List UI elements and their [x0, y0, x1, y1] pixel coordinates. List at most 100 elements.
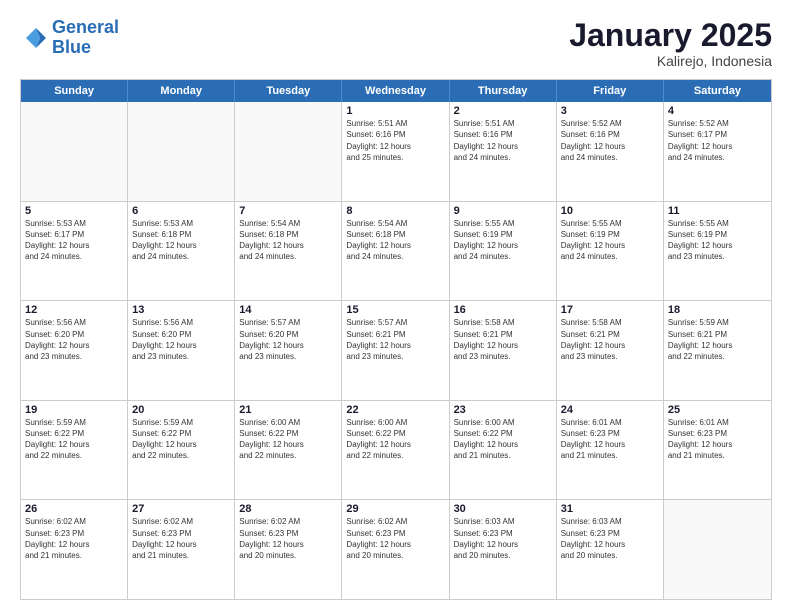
day-of-week-monday: Monday: [128, 80, 235, 102]
day-number: 8: [346, 205, 444, 217]
day-info: Sunrise: 6:02 AM Sunset: 6:23 PM Dayligh…: [25, 516, 123, 561]
day-info: Sunrise: 5:52 AM Sunset: 6:17 PM Dayligh…: [668, 118, 767, 163]
day-info: Sunrise: 5:55 AM Sunset: 6:19 PM Dayligh…: [454, 218, 552, 263]
logo-general: General: [52, 17, 119, 37]
day-cell-28: 28Sunrise: 6:02 AM Sunset: 6:23 PM Dayli…: [235, 500, 342, 599]
calendar-header: SundayMondayTuesdayWednesdayThursdayFrid…: [21, 80, 771, 102]
day-cell-5: 5Sunrise: 5:53 AM Sunset: 6:17 PM Daylig…: [21, 202, 128, 301]
day-number: 29: [346, 503, 444, 515]
title-block: January 2025 Kalirejo, Indonesia: [569, 18, 772, 69]
day-info: Sunrise: 5:55 AM Sunset: 6:19 PM Dayligh…: [668, 218, 767, 263]
day-number: 4: [668, 105, 767, 117]
week-row-1: 1Sunrise: 5:51 AM Sunset: 6:16 PM Daylig…: [21, 102, 771, 202]
day-cell-23: 23Sunrise: 6:00 AM Sunset: 6:22 PM Dayli…: [450, 401, 557, 500]
day-cell-10: 10Sunrise: 5:55 AM Sunset: 6:19 PM Dayli…: [557, 202, 664, 301]
day-cell-14: 14Sunrise: 5:57 AM Sunset: 6:20 PM Dayli…: [235, 301, 342, 400]
day-number: 27: [132, 503, 230, 515]
logo: General Blue: [20, 18, 119, 58]
day-cell-31: 31Sunrise: 6:03 AM Sunset: 6:23 PM Dayli…: [557, 500, 664, 599]
day-number: 16: [454, 304, 552, 316]
day-cell-2: 2Sunrise: 5:51 AM Sunset: 6:16 PM Daylig…: [450, 102, 557, 201]
day-cell-7: 7Sunrise: 5:54 AM Sunset: 6:18 PM Daylig…: [235, 202, 342, 301]
day-info: Sunrise: 5:54 AM Sunset: 6:18 PM Dayligh…: [346, 218, 444, 263]
day-number: 6: [132, 205, 230, 217]
day-info: Sunrise: 6:01 AM Sunset: 6:23 PM Dayligh…: [668, 417, 767, 462]
week-row-4: 19 Sunrise: 5:59 AM Sunset: 6:22 PM Dayli…: [21, 401, 771, 501]
day-number: 28: [239, 503, 337, 515]
day-cell-21: 21Sunrise: 6:00 AM Sunset: 6:22 PM Dayli…: [235, 401, 342, 500]
logo-blue: Blue: [52, 38, 119, 58]
day-number: 1: [346, 105, 444, 117]
day-of-week-tuesday: Tuesday: [235, 80, 342, 102]
day-cell-18: 18Sunrise: 5:59 AM Sunset: 6:21 PM Dayli…: [664, 301, 771, 400]
day-number: 26: [25, 503, 123, 515]
empty-cell: [235, 102, 342, 201]
day-number: 19: [25, 404, 123, 416]
day-number: 17: [561, 304, 659, 316]
day-of-week-sunday: Sunday: [21, 80, 128, 102]
day-cell-24: 24Sunrise: 6:01 AM Sunset: 6:23 PM Dayli…: [557, 401, 664, 500]
day-info: Sunrise: 5:52 AM Sunset: 6:16 PM Dayligh…: [561, 118, 659, 163]
day-info: Sunrise: 5:53 AM Sunset: 6:18 PM Dayligh…: [132, 218, 230, 263]
day-number: 5: [25, 205, 123, 217]
day-number: 23: [454, 404, 552, 416]
day-cell-17: 17Sunrise: 5:58 AM Sunset: 6:21 PM Dayli…: [557, 301, 664, 400]
day-cell-25: 25Sunrise: 6:01 AM Sunset: 6:23 PM Dayli…: [664, 401, 771, 500]
day-cell-9: 9Sunrise: 5:55 AM Sunset: 6:19 PM Daylig…: [450, 202, 557, 301]
day-number: 20: [132, 404, 230, 416]
day-info: Sunrise: 6:02 AM Sunset: 6:23 PM Dayligh…: [132, 516, 230, 561]
day-cell-30: 30Sunrise: 6:03 AM Sunset: 6:23 PM Dayli…: [450, 500, 557, 599]
day-of-week-saturday: Saturday: [664, 80, 771, 102]
day-info: Sunrise: 6:01 AM Sunset: 6:23 PM Dayligh…: [561, 417, 659, 462]
day-number: 10: [561, 205, 659, 217]
day-cell-29: 29Sunrise: 6:02 AM Sunset: 6:23 PM Dayli…: [342, 500, 449, 599]
day-info: Sunrise: 5:54 AM Sunset: 6:18 PM Dayligh…: [239, 218, 337, 263]
day-info: Sunrise: 5:51 AM Sunset: 6:16 PM Dayligh…: [454, 118, 552, 163]
day-info: Sunrise: 5:59 AM Sunset: 6:22 PM Dayligh…: [132, 417, 230, 462]
empty-cell: [128, 102, 235, 201]
day-cell-6: 6Sunrise: 5:53 AM Sunset: 6:18 PM Daylig…: [128, 202, 235, 301]
day-number: 21: [239, 404, 337, 416]
day-cell-1: 1Sunrise: 5:51 AM Sunset: 6:16 PM Daylig…: [342, 102, 449, 201]
day-number: 24: [561, 404, 659, 416]
day-info: Sunrise: 6:02 AM Sunset: 6:23 PM Dayligh…: [239, 516, 337, 561]
day-cell-12: 12Sunrise: 5:56 AM Sunset: 6:20 PM Dayli…: [21, 301, 128, 400]
day-number: 12: [25, 304, 123, 316]
day-number: 14: [239, 304, 337, 316]
day-number: 11: [668, 205, 767, 217]
day-number: 7: [239, 205, 337, 217]
day-cell-4: 4Sunrise: 5:52 AM Sunset: 6:17 PM Daylig…: [664, 102, 771, 201]
day-number: 9: [454, 205, 552, 217]
logo-icon: [20, 24, 48, 52]
day-of-week-wednesday: Wednesday: [342, 80, 449, 102]
day-number: 2: [454, 105, 552, 117]
day-info: Sunrise: 5:51 AM Sunset: 6:16 PM Dayligh…: [346, 118, 444, 163]
day-cell-13: 13Sunrise: 5:56 AM Sunset: 6:20 PM Dayli…: [128, 301, 235, 400]
day-info: Sunrise: 5:57 AM Sunset: 6:20 PM Dayligh…: [239, 317, 337, 362]
day-cell-20: 20Sunrise: 5:59 AM Sunset: 6:22 PM Dayli…: [128, 401, 235, 500]
month-title: January 2025: [569, 18, 772, 53]
day-number: 30: [454, 503, 552, 515]
empty-cell: [21, 102, 128, 201]
empty-cell: [664, 500, 771, 599]
day-info: Sunrise: 6:00 AM Sunset: 6:22 PM Dayligh…: [239, 417, 337, 462]
day-info: Sunrise: 6:03 AM Sunset: 6:23 PM Dayligh…: [454, 516, 552, 561]
header: General Blue January 2025 Kalirejo, Indo…: [20, 18, 772, 69]
day-info: Sunrise: 5:57 AM Sunset: 6:21 PM Dayligh…: [346, 317, 444, 362]
day-number: 13: [132, 304, 230, 316]
location: Kalirejo, Indonesia: [569, 53, 772, 69]
day-cell-3: 3Sunrise: 5:52 AM Sunset: 6:16 PM Daylig…: [557, 102, 664, 201]
day-cell-19: 19Sunrise: 5:59 AM Sunset: 6:22 PM Dayli…: [21, 401, 128, 500]
day-of-week-friday: Friday: [557, 80, 664, 102]
day-cell-11: 11Sunrise: 5:55 AM Sunset: 6:19 PM Dayli…: [664, 202, 771, 301]
day-cell-8: 8Sunrise: 5:54 AM Sunset: 6:18 PM Daylig…: [342, 202, 449, 301]
calendar: SundayMondayTuesdayWednesdayThursdayFrid…: [20, 79, 772, 600]
calendar-body: 1Sunrise: 5:51 AM Sunset: 6:16 PM Daylig…: [21, 102, 771, 599]
logo-text: General Blue: [52, 18, 119, 58]
page: General Blue January 2025 Kalirejo, Indo…: [0, 0, 792, 612]
day-info: Sunrise: 5:55 AM Sunset: 6:19 PM Dayligh…: [561, 218, 659, 263]
day-info: Sunrise: 6:02 AM Sunset: 6:23 PM Dayligh…: [346, 516, 444, 561]
day-number: 22: [346, 404, 444, 416]
day-info: Sunrise: 5:58 AM Sunset: 6:21 PM Dayligh…: [561, 317, 659, 362]
day-info: Sunrise: 6:00 AM Sunset: 6:22 PM Dayligh…: [346, 417, 444, 462]
